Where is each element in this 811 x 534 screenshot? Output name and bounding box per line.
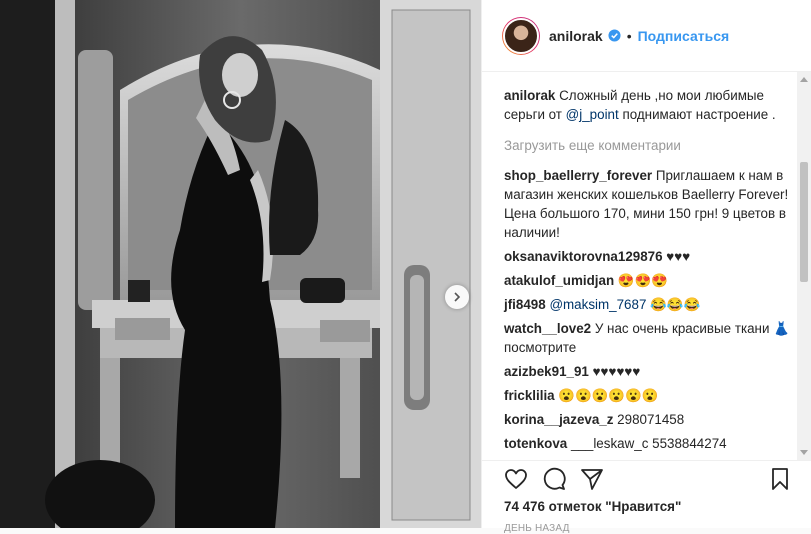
next-photo-button[interactable] — [445, 285, 469, 309]
photo-illustration — [0, 0, 481, 528]
comment-text: ___leskaw_c 5538844274 — [570, 436, 727, 451]
list-item: totenkova ___leskaw_c 5538844274 — [504, 434, 800, 453]
follow-button[interactable]: Подписаться — [638, 28, 730, 44]
verified-badge-icon — [608, 29, 621, 42]
header-username[interactable]: anilorak — [549, 28, 603, 44]
list-item: fricklilia 😮😮😮😮😮😮 — [504, 386, 800, 405]
scroll-up-icon[interactable] — [800, 77, 808, 82]
scrollbar-thumb[interactable] — [800, 162, 808, 282]
comment-username[interactable]: korina__jazeva_z — [504, 412, 613, 427]
post-header: anilorak • Подписаться — [482, 0, 811, 72]
heart-icon[interactable] — [504, 467, 528, 491]
separator-dot: • — [626, 27, 632, 44]
comment-username[interactable]: oksanaviktorovna129876 — [504, 249, 663, 264]
avatar[interactable] — [502, 16, 540, 55]
load-more-comments-button[interactable]: Загрузить еще комментарии — [504, 136, 800, 155]
list-item: azizbek91_91 ♥♥♥♥♥♥ — [504, 362, 800, 381]
chevron-right-icon — [454, 292, 461, 302]
post-actions: 74 476 отметок "Нравится" ДЕНЬ НАЗАД — [482, 460, 811, 534]
bookmark-icon[interactable] — [768, 467, 792, 491]
likes-count[interactable]: 74 476 отметок "Нравится" — [504, 499, 681, 514]
post-timestamp: ДЕНЬ НАЗАД — [504, 523, 570, 534]
list-item: atakulof_umidjan 😍😍😍 — [504, 271, 800, 290]
comment-username[interactable]: totenkova — [504, 436, 567, 451]
comments-list: anilorak Сложный день ,но мои любимые се… — [482, 72, 800, 460]
list-item: korina__jazeva_z 298071458 — [504, 410, 800, 429]
post-details-panel: anilorak • Подписаться anilorak Сложный … — [481, 0, 811, 534]
comment-text: 😮😮😮😮😮😮 — [558, 388, 659, 403]
caption-text-after: поднимают настроение . — [618, 107, 776, 122]
list-item: shop_baellerry_forever Приглашаем к нам … — [504, 166, 800, 242]
comment-username[interactable]: watch__love2 — [504, 321, 591, 336]
avatar-image — [503, 17, 539, 54]
scroll-down-icon[interactable] — [800, 450, 808, 455]
comment-text: 😂😂😂 — [650, 297, 701, 312]
comment-text: ♥♥♥♥♥♥ — [592, 364, 641, 379]
comment-username[interactable]: azizbek91_91 — [504, 364, 589, 379]
caption-username[interactable]: anilorak — [504, 88, 555, 103]
comment-icon[interactable] — [542, 467, 566, 491]
caption: anilorak Сложный день ,но мои любимые се… — [504, 86, 800, 124]
comment-username[interactable]: fricklilia — [504, 388, 555, 403]
post-photo[interactable] — [0, 0, 481, 528]
comment-text: ♥♥♥ — [666, 249, 691, 264]
share-icon[interactable] — [580, 467, 604, 491]
comment-username[interactable]: shop_baellerry_forever — [504, 168, 652, 183]
comments-scrollbar[interactable] — [797, 72, 811, 460]
list-item: oksanaviktorovna129876 ♥♥♥ — [504, 247, 800, 266]
list-item: watch__love2 У нас очень красивые ткани … — [504, 319, 800, 357]
caption-mention[interactable]: @j_point — [566, 107, 619, 122]
comment-username[interactable]: atakulof_umidjan — [504, 273, 614, 288]
comment-text: 298071458 — [617, 412, 685, 427]
comment-text: 😍😍😍 — [617, 273, 668, 288]
list-item: jfi8498 @maksim_7687 😂😂😂 — [504, 295, 800, 314]
comment-username[interactable]: jfi8498 — [504, 297, 546, 312]
comment-mention[interactable]: @maksim_7687 — [549, 297, 646, 312]
